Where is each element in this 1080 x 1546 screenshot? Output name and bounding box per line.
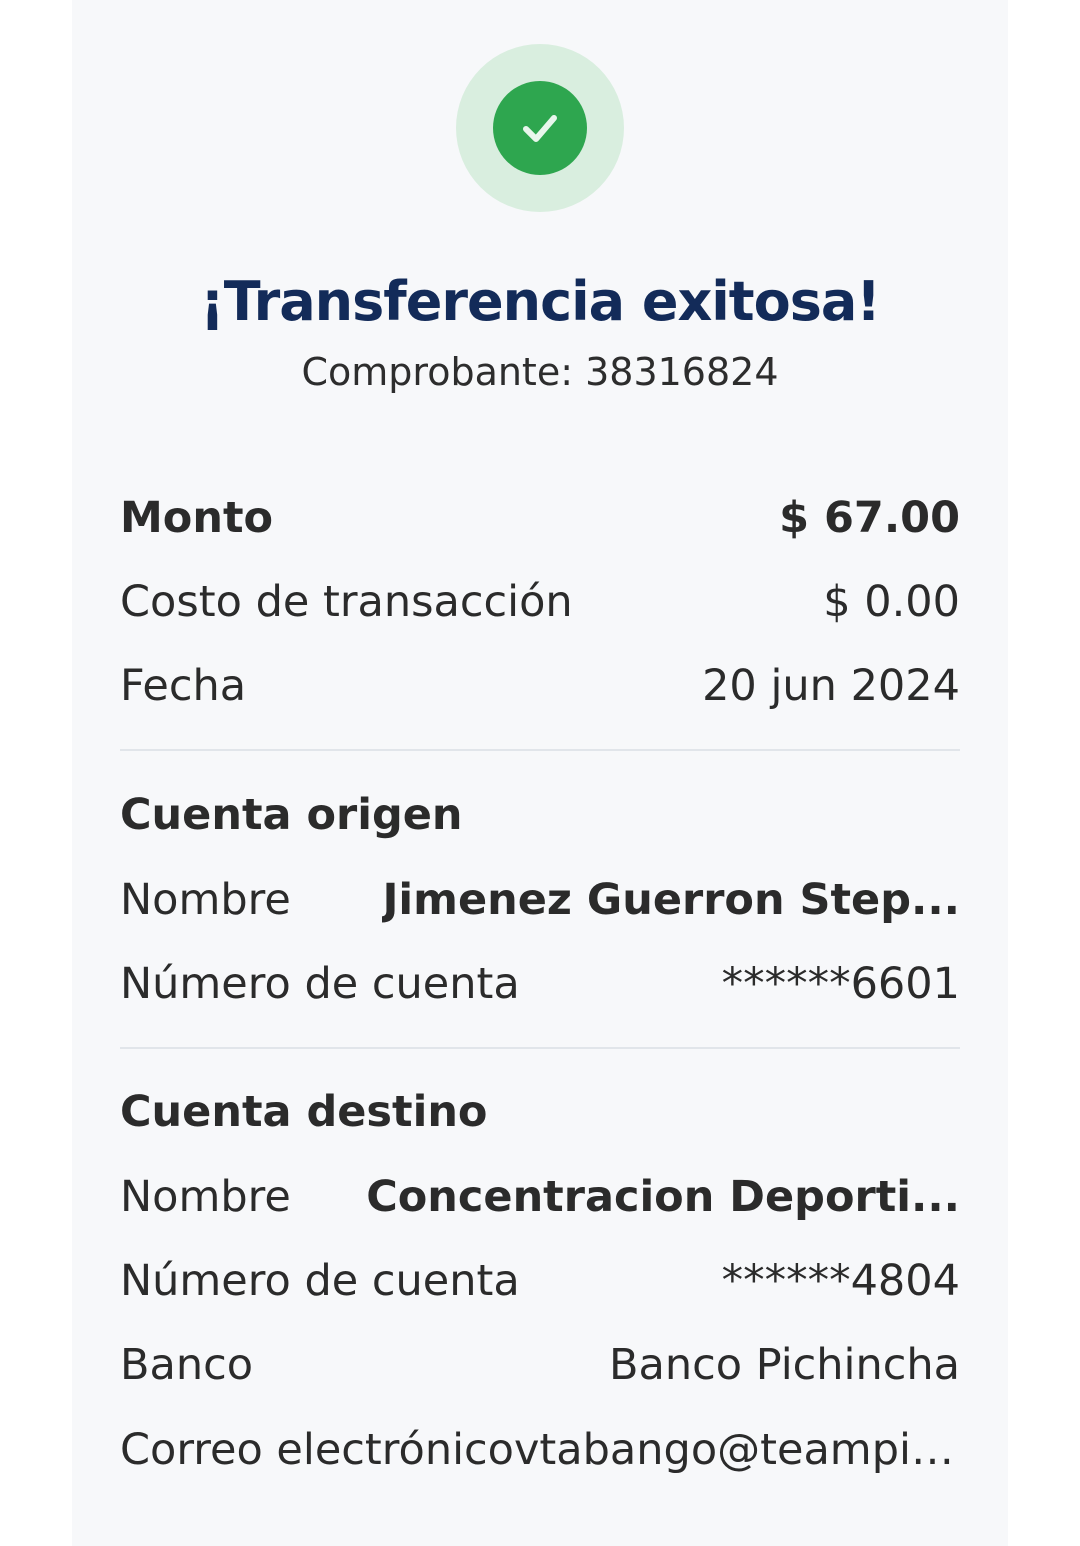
date-value: 20 jun 2024 bbox=[702, 661, 960, 711]
amount-row: Monto $ 67.00 bbox=[120, 488, 960, 548]
destination-section-title: Cuenta destino bbox=[120, 1087, 488, 1137]
origin-account-row: Número de cuenta ******6601 bbox=[120, 954, 960, 1014]
amount-label: Monto bbox=[120, 493, 274, 543]
origin-section-title: Cuenta origen bbox=[120, 790, 463, 840]
destination-email-row: Correo electrónicovtabango@teampichi... bbox=[120, 1420, 960, 1480]
receipt-card: ¡Transferencia exitosa! Comprobante: 383… bbox=[72, 0, 1008, 1546]
destination-name-row: Nombre Concentracion Deporti... bbox=[120, 1167, 960, 1227]
date-row: Fecha 20 jun 2024 bbox=[120, 656, 960, 716]
amount-value: $ 67.00 bbox=[779, 493, 960, 543]
destination-bank-label: Banco bbox=[120, 1340, 254, 1390]
destination-account-label: Número de cuenta bbox=[120, 1256, 520, 1306]
page-title: ¡Transferencia exitosa! bbox=[200, 270, 881, 333]
origin-account-value: ******6601 bbox=[721, 959, 960, 1009]
divider bbox=[120, 1047, 960, 1049]
destination-email-label: Correo electrónico bbox=[120, 1425, 514, 1475]
destination-account-value: ******4804 bbox=[721, 1256, 960, 1306]
destination-bank-value: Banco Pichincha bbox=[609, 1340, 960, 1390]
origin-name-label: Nombre bbox=[120, 875, 291, 925]
destination-bank-row: Banco Banco Pichincha bbox=[120, 1335, 960, 1395]
fee-label: Costo de transacción bbox=[120, 577, 573, 627]
destination-email-value: vtabango@teampichi... bbox=[513, 1425, 960, 1475]
destination-name-value: Concentracion Deporti... bbox=[366, 1172, 960, 1222]
check-icon bbox=[493, 81, 587, 175]
receipt-number: Comprobante: 38316824 bbox=[301, 350, 779, 394]
origin-name-value: Jimenez Guerron Step... bbox=[382, 875, 960, 925]
destination-account-row: Número de cuenta ******4804 bbox=[120, 1251, 960, 1311]
date-label: Fecha bbox=[120, 661, 247, 711]
origin-name-row: Nombre Jimenez Guerron Step... bbox=[120, 870, 960, 930]
divider bbox=[120, 749, 960, 751]
destination-name-label: Nombre bbox=[120, 1172, 291, 1222]
origin-account-label: Número de cuenta bbox=[120, 959, 520, 1009]
fee-value: $ 0.00 bbox=[823, 577, 960, 627]
fee-row: Costo de transacción $ 0.00 bbox=[120, 572, 960, 632]
success-badge bbox=[456, 44, 624, 212]
